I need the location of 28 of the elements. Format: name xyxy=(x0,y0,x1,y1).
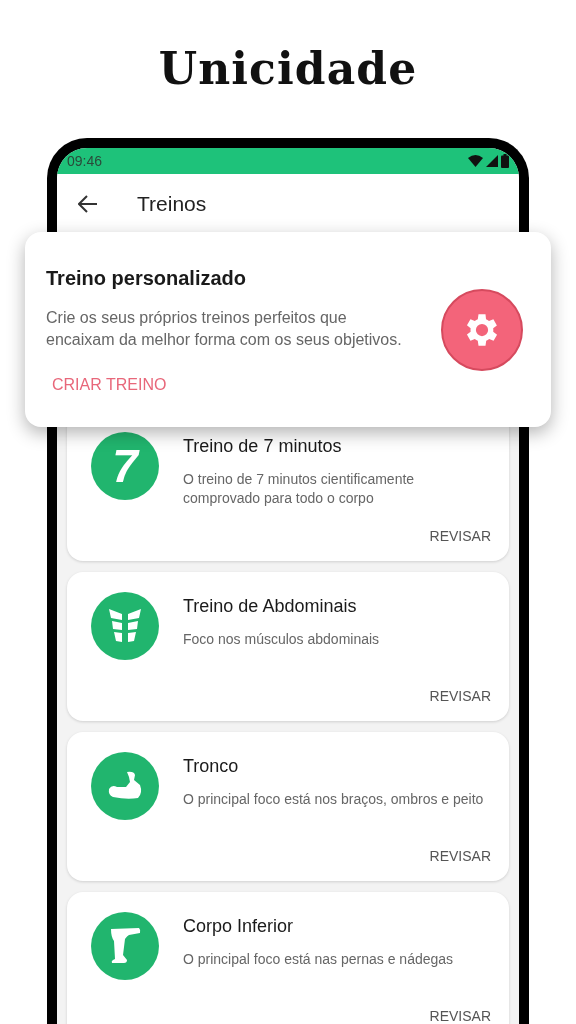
leg-icon xyxy=(109,927,141,965)
wifi-icon xyxy=(468,155,483,167)
workout-description: Foco nos músculos abdominais xyxy=(183,630,381,649)
review-button[interactable]: REVISAR xyxy=(429,686,491,707)
review-button[interactable]: REVISAR xyxy=(429,846,491,867)
abs-icon xyxy=(108,608,142,644)
status-time: 09:46 xyxy=(67,151,103,171)
screen-title: Treinos xyxy=(137,191,207,218)
review-button[interactable]: REVISAR xyxy=(429,526,491,547)
popup-title: Treino personalizado xyxy=(46,265,248,291)
signal-icon xyxy=(486,155,498,167)
workout-description: O treino de 7 minutos cientificamente comprovado para todo o corpo xyxy=(183,470,416,508)
workout-title: Tronco xyxy=(183,755,240,778)
popup-description: Crie os seus próprios treinos perfeitos que encaixam da melhor forma com os seus objetivos. xyxy=(46,307,403,350)
flexed-arm-icon xyxy=(107,771,143,801)
workout-title: Corpo Inferior xyxy=(183,915,295,938)
workout-description: O principal foco está nas pernas e nádegas xyxy=(183,950,455,969)
workout-card[interactable]: Tronco O principal foco está nos braços, ombros e peito REVISAR xyxy=(67,732,509,881)
workout-card[interactable]: Treino de Abdominais Foco nos músculos abdominais REVISAR xyxy=(67,572,509,721)
workout-title: Treino de 7 minutos xyxy=(183,435,343,458)
workout-card[interactable]: Corpo Inferior O principal foco está nas pernas e nádegas REVISAR xyxy=(67,892,509,1024)
review-button[interactable]: REVISAR xyxy=(429,1006,491,1024)
workout-title: Treino de Abdominais xyxy=(183,595,358,618)
battery-icon xyxy=(501,154,509,168)
back-button[interactable] xyxy=(77,193,99,215)
headline: Unicidade xyxy=(158,42,418,96)
badge-number: 7 xyxy=(112,443,138,489)
workout-description: O principal foco está nos braços, ombros e peito xyxy=(183,790,485,809)
